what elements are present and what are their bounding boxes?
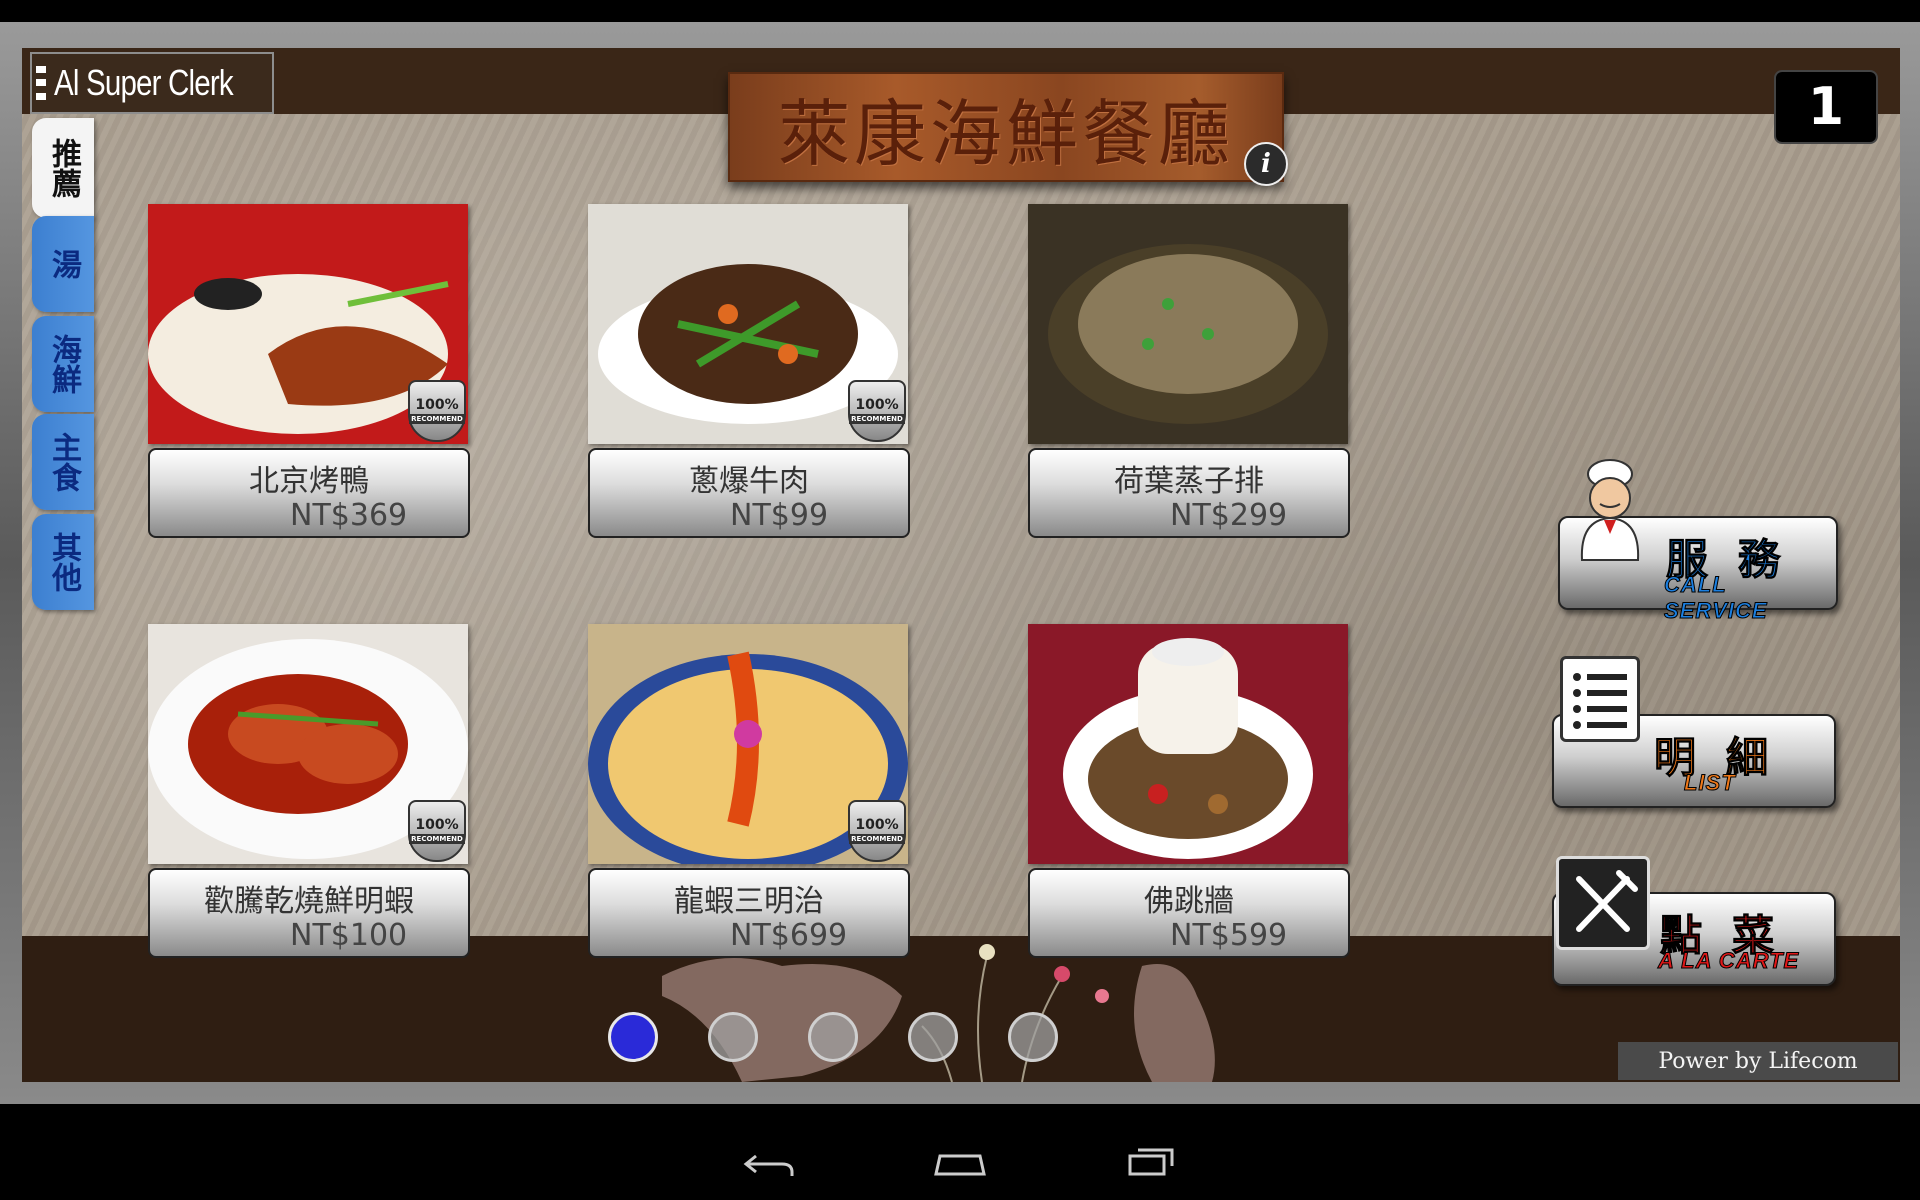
dish-label-plate[interactable]: 北京烤鴨 NT$369 [148, 448, 470, 538]
dish-label-plate[interactable]: 蔥爆牛肉 NT$99 [588, 448, 910, 538]
restaurant-name: 萊康海鮮餐廳 [777, 91, 1234, 176]
category-tab[interactable]: 湯 [32, 216, 94, 312]
dish-price: NT$599 [1170, 918, 1288, 953]
badge-text: RECOMMEND [849, 414, 905, 424]
app-title: Al Super Clerk [53, 62, 234, 103]
scallion-beef-photo[interactable]: 100% RECOMMEND [588, 204, 908, 444]
powered-by-label: Power by Lifecom [1618, 1042, 1898, 1080]
order-list-label-en: LIST [1684, 770, 1736, 796]
page-dot[interactable] [908, 1012, 958, 1062]
home-icon[interactable] [932, 1148, 988, 1178]
recommend-badge-icon: 100% RECOMMEND [408, 800, 466, 862]
page-dot[interactable] [1008, 1012, 1058, 1062]
recommend-badge-icon: 100% RECOMMEND [408, 380, 466, 442]
recommend-badge-icon: 100% RECOMMEND [848, 380, 906, 442]
category-tab[interactable]: 其他 [32, 514, 94, 610]
cutlery-icon [1556, 856, 1650, 950]
dry-braised-prawn-photo[interactable]: 100% RECOMMEND [148, 624, 468, 864]
dish-name: 龍蝦三明治 [674, 884, 824, 919]
restaurant-sign: 萊康海鮮餐廳 i [728, 72, 1288, 186]
badge-text: RECOMMEND [849, 834, 905, 844]
recent-apps-icon[interactable] [1126, 1144, 1178, 1178]
buddha-jumps-wall-photo[interactable] [1028, 624, 1348, 864]
dish-name: 歡騰乾燒鮮明蝦 [204, 884, 414, 919]
call-service-label-en: CALL SERVICE [1664, 572, 1768, 624]
category-tab[interactable]: 推薦 [32, 118, 94, 218]
dish-name: 蔥爆牛肉 [689, 464, 809, 499]
dish-name: 佛跳牆 [1144, 884, 1234, 919]
lobster-sandwich-photo[interactable]: 100% RECOMMEND [588, 624, 908, 864]
badge-percent: 100% [855, 397, 899, 413]
app-header: Al Super Clerk [30, 52, 274, 114]
dish-name: 荷葉蒸子排 [1114, 464, 1264, 499]
page-dot[interactable] [808, 1012, 858, 1062]
list-icon [1560, 656, 1640, 742]
dish-price: NT$699 [730, 918, 848, 953]
badge-text: RECOMMEND [409, 414, 465, 424]
badge-percent: 100% [855, 817, 899, 833]
peking-duck-photo[interactable]: 100% RECOMMEND [148, 204, 468, 444]
dish-price: NT$100 [290, 918, 408, 953]
page-dot[interactable] [708, 1012, 758, 1062]
recommend-badge-icon: 100% RECOMMEND [848, 800, 906, 862]
badge-percent: 100% [415, 397, 459, 413]
dish-label-plate[interactable]: 龍蝦三明治 NT$699 [588, 868, 910, 958]
dish-label-plate[interactable]: 歡騰乾燒鮮明蝦 NT$100 [148, 868, 470, 958]
badge-text: RECOMMEND [409, 834, 465, 844]
dish-label-plate[interactable]: 荷葉蒸子排 NT$299 [1028, 448, 1350, 538]
dish-name: 北京烤鴨 [249, 464, 369, 499]
table-number-badge: 1 [1774, 70, 1878, 144]
dish-price: NT$99 [730, 498, 829, 533]
category-tab[interactable]: 海鮮 [32, 316, 94, 412]
lotus-leaf-ribs-photo[interactable] [1028, 204, 1348, 444]
info-icon[interactable]: i [1244, 142, 1288, 186]
hamburger-menu-icon[interactable] [36, 59, 46, 107]
dish-price: NT$299 [1170, 498, 1288, 533]
category-tab[interactable]: 主食 [32, 414, 94, 510]
dish-label-plate[interactable]: 佛跳牆 NT$599 [1028, 868, 1350, 958]
chef-icon [1580, 459, 1640, 561]
system-nav-bar [0, 1104, 1920, 1200]
page-dot[interactable] [608, 1012, 658, 1062]
a-la-carte-label-en: A LA CARTE [1657, 948, 1800, 974]
dish-price: NT$369 [290, 498, 408, 533]
back-icon[interactable] [742, 1148, 796, 1178]
badge-percent: 100% [415, 817, 459, 833]
